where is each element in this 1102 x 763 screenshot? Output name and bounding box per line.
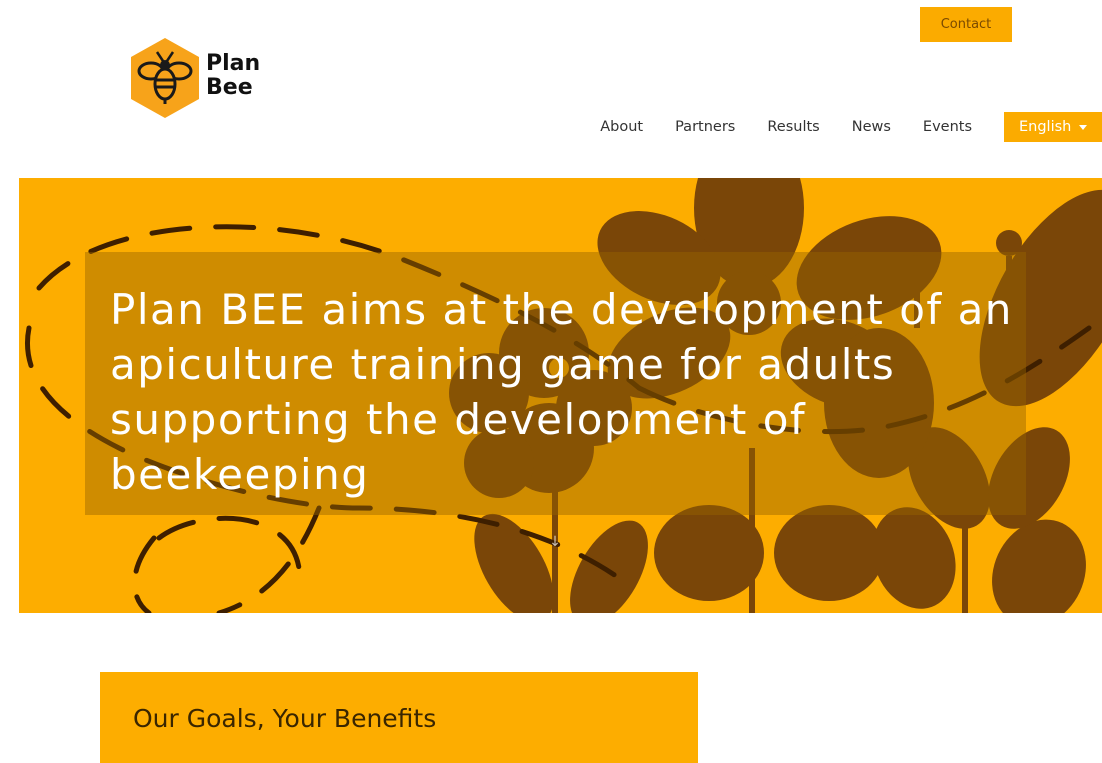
logo-text-line2: Bee bbox=[206, 75, 253, 100]
page: Contact Plan Bee About Partners Results … bbox=[0, 0, 1102, 763]
logo[interactable]: Plan Bee bbox=[127, 36, 277, 120]
nav-item-results[interactable]: Results bbox=[767, 119, 819, 135]
goals-section: Our Goals, Your Benefits bbox=[100, 672, 698, 763]
bee-hexagon-icon bbox=[131, 38, 199, 118]
nav-item-partners[interactable]: Partners bbox=[675, 119, 735, 135]
language-dropdown[interactable]: English bbox=[1004, 112, 1102, 142]
hero-banner: Plan BEE aims at the development of an a… bbox=[19, 178, 1102, 613]
language-label: English bbox=[1019, 119, 1072, 135]
nav-item-news[interactable]: News bbox=[852, 119, 891, 135]
contact-button[interactable]: Contact bbox=[920, 7, 1012, 42]
arrow-down-icon[interactable]: ↓ bbox=[548, 535, 562, 549]
goals-title: Our Goals, Your Benefits bbox=[133, 704, 437, 733]
hero-title: Plan BEE aims at the development of an a… bbox=[110, 285, 1013, 499]
caret-down-icon bbox=[1079, 124, 1088, 130]
nav-item-events[interactable]: Events bbox=[923, 119, 972, 135]
logo-text-line1: Plan bbox=[206, 51, 261, 76]
main-nav: About Partners Results News Events Engli… bbox=[600, 112, 1102, 142]
nav-item-about[interactable]: About bbox=[600, 119, 643, 135]
logo-text: Plan Bee bbox=[206, 52, 260, 100]
